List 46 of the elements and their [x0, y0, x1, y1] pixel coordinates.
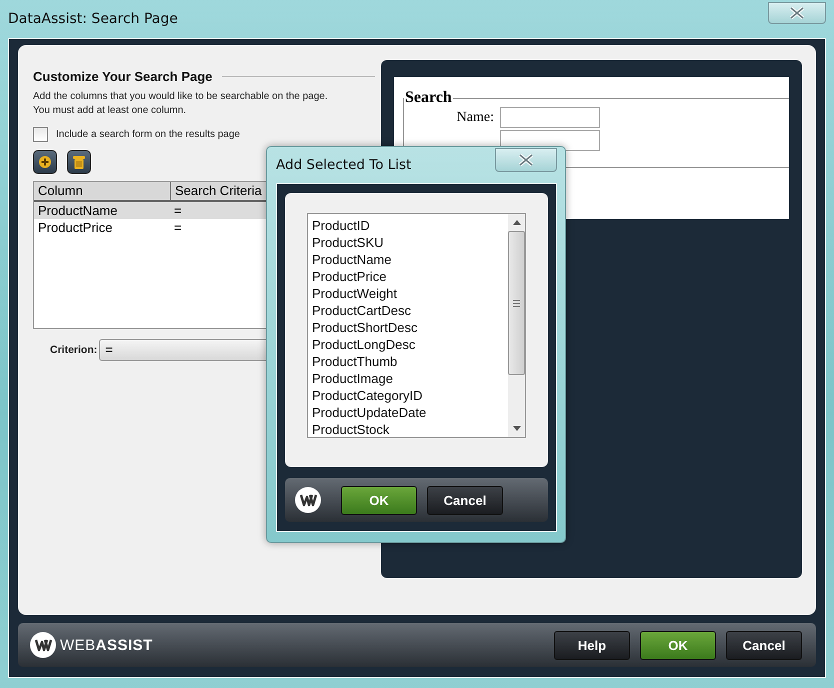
list-item[interactable]: ProductName	[312, 251, 508, 268]
list-item[interactable]: ProductCartDesc	[312, 302, 508, 319]
table-cell-text: =	[173, 203, 183, 218]
close-button[interactable]	[495, 148, 557, 172]
dialog-button[interactable]: OK	[341, 486, 417, 514]
list-item[interactable]: ProductID	[312, 217, 508, 234]
footer-button[interactable]: Help	[554, 630, 630, 660]
scrollbar[interactable]	[508, 214, 525, 437]
close-icon	[518, 154, 534, 166]
list-item[interactable]: ProductStock	[312, 421, 508, 437]
close-icon	[789, 7, 805, 19]
list-item[interactable]: ProductUpdateDate	[312, 404, 508, 421]
table-cell-text: =	[173, 220, 183, 235]
table-cell-text: ProductPrice	[37, 220, 114, 235]
dialog-title: Add Selected To List	[276, 157, 412, 173]
checkbox[interactable]	[33, 127, 48, 142]
footer-button[interactable]: Cancel	[726, 630, 802, 660]
list-item[interactable]: ProductSKU	[312, 234, 508, 251]
delete-button[interactable]	[67, 150, 91, 174]
dialog-button[interactable]: Cancel	[427, 486, 503, 514]
criterion-label: Criterion:	[50, 344, 98, 356]
list-item[interactable]: ProductShortDesc	[312, 319, 508, 336]
logo-icon	[30, 632, 56, 658]
section-heading: Customize Your Search Page	[33, 69, 212, 84]
scroll-thumb[interactable]	[508, 231, 525, 375]
table-cell-text: ProductName	[37, 203, 118, 218]
input-field[interactable]	[500, 107, 600, 128]
field-label: Name:	[456, 110, 494, 126]
list-item[interactable]: ProductImage	[312, 370, 508, 387]
checkbox-label: Include a search form on the results page	[56, 129, 240, 140]
logo-icon	[295, 487, 321, 513]
list-item[interactable]: ProductPrice	[312, 268, 508, 285]
close-button[interactable]	[768, 2, 826, 24]
description-text: You must add at least one column.	[33, 104, 188, 118]
fieldset-legend: Search	[404, 89, 453, 107]
brand-logo-text: WEBASSIST	[60, 636, 153, 654]
list-item[interactable]: ProductWeight	[312, 285, 508, 302]
description-text: Add the columns that you would like to be searchable on the page.	[33, 90, 329, 104]
plus-icon	[39, 156, 51, 168]
column-header[interactable]: Column	[34, 182, 171, 200]
list-item[interactable]: ProductCategoryID	[312, 387, 508, 404]
scroll-down-icon	[512, 426, 520, 431]
window-title: DataAssist: Search Page	[8, 11, 178, 27]
footer-button[interactable]: OK	[640, 630, 716, 660]
add-button[interactable]	[33, 150, 57, 174]
trash-icon	[73, 155, 85, 169]
